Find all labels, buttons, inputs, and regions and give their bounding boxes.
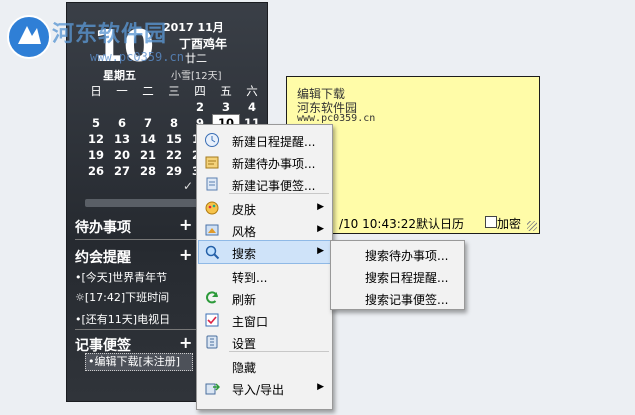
note-footer: /10 10:43:22默认日历 <box>339 217 465 231</box>
weekday-header: 三 <box>168 84 180 98</box>
style-menu-item[interactable]: 风格 ▶ <box>199 219 330 241</box>
watermark-url: www.pc0359.cn <box>90 50 184 64</box>
skin-icon <box>204 200 220 216</box>
day-cell[interactable]: 21 <box>135 147 161 163</box>
memo-item[interactable]: •编辑下载[未注册] <box>85 353 193 371</box>
appointments-section-title[interactable]: 约会提醒 <box>75 247 131 267</box>
add-todo-button[interactable]: + <box>179 215 192 234</box>
import-export-icon <box>204 380 221 396</box>
menu-item-label: 搜索待办事项... <box>365 249 449 263</box>
refresh-menu-item[interactable]: 刷新 <box>199 287 330 309</box>
week-row: 234 <box>83 99 265 115</box>
day-cell[interactable]: 14 <box>135 131 161 147</box>
search-schedule-menu-item[interactable]: 搜索日程提醒... <box>331 265 464 287</box>
watermark-logo-icon <box>7 15 51 59</box>
main-window-menu-item[interactable]: 主窗口 <box>199 309 330 331</box>
submenu-arrow-icon: ▶ <box>317 202 324 212</box>
add-memo-button[interactable]: + <box>179 333 192 352</box>
refresh-icon <box>204 290 220 306</box>
day-cell <box>83 99 109 115</box>
goto-menu-item[interactable]: 转到... <box>199 265 330 287</box>
weekday-label: 星期五 <box>103 69 136 82</box>
year-month: 2017 11月 <box>163 21 224 34</box>
day-cell[interactable]: 29 <box>161 163 187 179</box>
submenu-arrow-icon: ▶ <box>317 382 324 392</box>
weekday-header: 四 <box>194 84 206 98</box>
note-line: www.pc0359.cn <box>297 113 376 124</box>
day-cell[interactable]: 22 <box>161 147 187 163</box>
submenu-arrow-icon: ▶ <box>317 246 324 256</box>
todo-icon <box>204 154 220 170</box>
day-cell[interactable]: 3 <box>213 99 239 115</box>
menu-item-label: 隐藏 <box>232 361 257 375</box>
menu-item-label: 转到... <box>232 271 268 285</box>
weekday-header: 六 <box>246 84 258 98</box>
settings-icon <box>204 334 220 350</box>
memo-section-title[interactable]: 记事便签 <box>75 335 131 355</box>
add-appointment-button[interactable]: + <box>179 245 192 264</box>
menu-item-label: 新建记事便签... <box>232 179 316 193</box>
day-cell[interactable]: 6 <box>109 115 135 131</box>
search-menu-item[interactable]: 搜索 ▶ <box>198 240 331 264</box>
menu-item-label: 风格 <box>232 225 257 239</box>
hide-menu-item[interactable]: 隐藏 <box>199 355 330 377</box>
context-menu: 新建日程提醒... 新建待办事项... 新建记事便签... 皮肤 ▶ 风格 ▶ 搜索 ▶ 转到..… <box>196 124 333 410</box>
new-schedule-menu-item[interactable]: 新建日程提醒... <box>199 129 330 151</box>
day-cell[interactable]: 20 <box>109 147 135 163</box>
day-cell[interactable]: 27 <box>109 163 135 179</box>
menu-item-label: 刷新 <box>232 293 257 307</box>
menu-item-label: 新建日程提醒... <box>232 135 316 149</box>
encrypt-label: 加密 <box>497 217 522 231</box>
day-cell[interactable]: 2 <box>187 99 213 115</box>
import-export-menu-item[interactable]: 导入/导出 ▶ <box>199 377 330 399</box>
day-cell[interactable]: 13 <box>109 131 135 147</box>
day-cell <box>135 99 161 115</box>
new-memo-menu-item[interactable]: 新建记事便签... <box>199 173 330 195</box>
watermark-title: 河东软件园 <box>52 22 168 47</box>
search-memo-menu-item[interactable]: 搜索记事便签... <box>331 287 464 309</box>
memo-icon <box>204 176 220 192</box>
day-cell[interactable]: 5 <box>83 115 109 131</box>
day-cell <box>161 99 187 115</box>
day-cell[interactable]: 8 <box>161 115 187 131</box>
menu-item-label: 设置 <box>232 337 257 351</box>
day-cell[interactable]: 7 <box>135 115 161 131</box>
clock-icon <box>204 132 220 148</box>
solar-term-label: 小雪[12天] <box>171 71 222 82</box>
submenu-arrow-icon: ▶ <box>317 224 324 234</box>
weekday-header: 一 <box>116 84 128 98</box>
encrypt-checkbox[interactable] <box>485 216 497 228</box>
style-icon <box>204 222 220 238</box>
weekday-header: 五 <box>220 84 232 98</box>
search-submenu: 搜索待办事项... 搜索日程提醒... 搜索记事便签... <box>330 240 465 310</box>
settings-menu-item[interactable]: 设置 <box>199 331 330 353</box>
day-cell[interactable]: 15 <box>161 131 187 147</box>
todo-section-title[interactable]: 待办事项 <box>75 217 131 237</box>
menu-item-label: 新建待办事项... <box>232 157 316 171</box>
new-todo-menu-item[interactable]: 新建待办事项... <box>199 151 330 173</box>
menu-item-label: 皮肤 <box>232 203 257 217</box>
weekday-header: 日 <box>90 84 102 98</box>
day-cell[interactable]: 26 <box>83 163 109 179</box>
resize-grip-icon[interactable] <box>527 221 537 231</box>
menu-item-label: 主窗口 <box>232 315 269 329</box>
day-cell[interactable]: 4 <box>239 99 265 115</box>
weekday-header-row: 日 一 二 三 四 五 六 <box>83 83 265 99</box>
day-cell[interactable]: 28 <box>135 163 161 179</box>
search-icon <box>204 244 220 260</box>
menu-item-label: 搜索 <box>232 247 257 261</box>
search-todo-menu-item[interactable]: 搜索待办事项... <box>331 243 464 265</box>
check-icon[interactable]: ✓ <box>183 179 193 193</box>
menu-item-label: 搜索日程提醒... <box>365 271 449 285</box>
menu-item-label: 导入/导出 <box>232 383 285 397</box>
day-cell[interactable]: 12 <box>83 131 109 147</box>
window-icon <box>204 312 220 328</box>
lunar-day: 廿二 <box>185 52 207 65</box>
weekday-header: 二 <box>142 84 154 98</box>
skin-menu-item[interactable]: 皮肤 ▶ <box>199 197 330 219</box>
day-cell[interactable]: 19 <box>83 147 109 163</box>
day-cell <box>109 99 135 115</box>
menu-item-label: 搜索记事便签... <box>365 293 449 307</box>
